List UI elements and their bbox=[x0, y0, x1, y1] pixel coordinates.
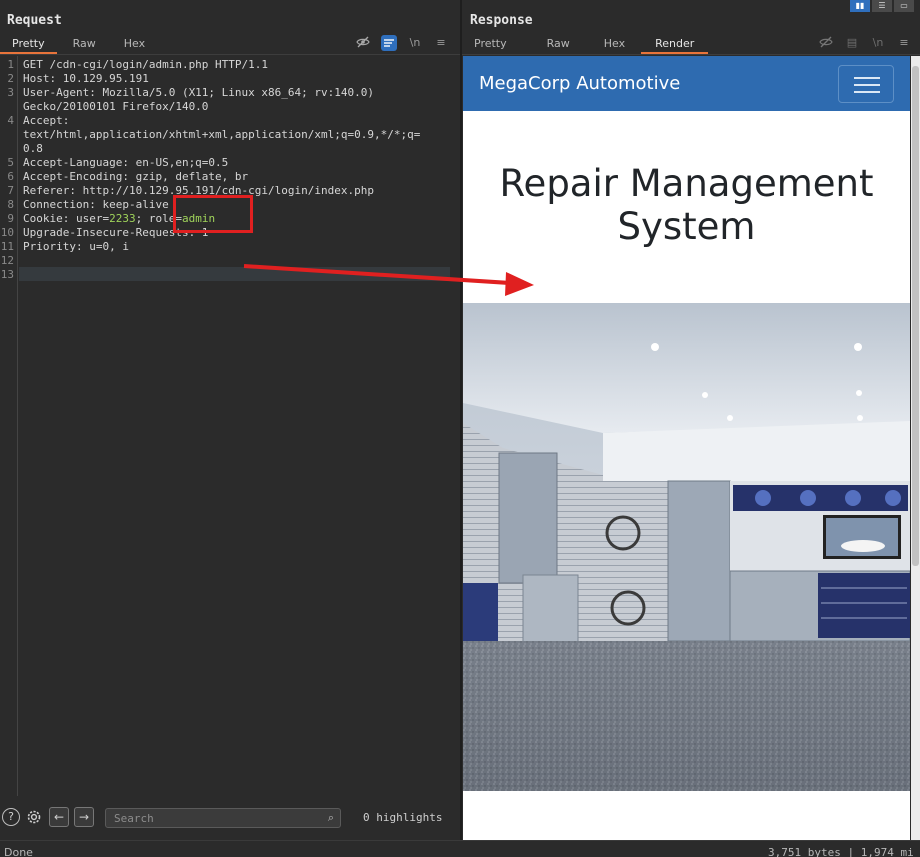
newline-toggle[interactable]: \n bbox=[407, 35, 423, 51]
line-number: 13 bbox=[0, 268, 14, 281]
line-number: 5 bbox=[7, 156, 14, 169]
highlights-count: 0 highlights bbox=[363, 811, 443, 824]
tab-hex[interactable]: Hex bbox=[112, 34, 157, 54]
heading-line-1: Repair Management bbox=[499, 162, 874, 205]
wrap-icon: ▤ bbox=[846, 36, 858, 49]
code-line: User-Agent: Mozilla/5.0 (X11; Linux x86_… bbox=[23, 86, 374, 99]
line-number: 12 bbox=[0, 254, 14, 267]
forward-arrow-icon[interactable]: → bbox=[74, 807, 94, 827]
search-box: ⌕ bbox=[105, 808, 341, 828]
code-line: Accept-Encoding: gzip, deflate, br bbox=[23, 170, 249, 183]
code-line: Priority: u=0, i bbox=[23, 240, 129, 253]
line-number: 10 bbox=[0, 226, 14, 239]
response-title: Response bbox=[470, 13, 533, 28]
tab-pretty[interactable]: Pretty bbox=[462, 34, 519, 54]
request-pane: Request Pretty Raw Hex \n ≡ 1 GET /cdn-cg… bbox=[0, 0, 460, 840]
line-number: 9 bbox=[7, 212, 14, 225]
line-number: 3 bbox=[7, 86, 14, 99]
status-bar: Done 3,751 bytes | 1,974 mi bbox=[0, 840, 920, 857]
code-line: Accept-Language: en-US,en;q=0.5 bbox=[23, 156, 229, 169]
gear-icon[interactable] bbox=[25, 808, 43, 826]
eye-off-icon[interactable] bbox=[355, 35, 371, 51]
render-view: MegaCorp Automotive Repair Management Sy… bbox=[463, 56, 910, 840]
scrollbar-thumb[interactable] bbox=[912, 66, 919, 566]
line-number: 8 bbox=[7, 198, 14, 211]
code-line: Host: 10.129.95.191 bbox=[23, 72, 149, 85]
hamburger-menu-icon[interactable] bbox=[838, 65, 894, 103]
back-arrow-icon[interactable]: ← bbox=[49, 807, 69, 827]
cookie-prefix: Cookie: user= bbox=[23, 212, 110, 225]
code-line: GET /cdn-cgi/login/admin.php HTTP/1.1 bbox=[23, 58, 269, 71]
tab-divider bbox=[462, 54, 920, 55]
newline-toggle: \n bbox=[872, 36, 884, 49]
single-pane-icon[interactable]: ▭ bbox=[894, 0, 914, 12]
request-title: Request bbox=[7, 13, 62, 28]
split-vertical-icon[interactable]: ▮▮ bbox=[850, 0, 870, 12]
layout-toggle: ▮▮ ☰ ▭ bbox=[850, 0, 914, 12]
search-input[interactable] bbox=[114, 810, 314, 826]
garage-photo bbox=[463, 303, 910, 791]
code-line: text/html,application/xhtml+xml,applicat… bbox=[23, 128, 421, 141]
line-number: 11 bbox=[0, 240, 14, 253]
site-brand[interactable]: MegaCorp Automotive bbox=[479, 73, 680, 94]
line-number: 1 bbox=[7, 58, 14, 71]
wrap-icon[interactable] bbox=[381, 35, 397, 51]
tab-hex[interactable]: Hex bbox=[592, 34, 637, 54]
line-number: 6 bbox=[7, 170, 14, 183]
search-icon: ⌕ bbox=[327, 811, 334, 824]
line-number: 7 bbox=[7, 184, 14, 197]
help-icon[interactable]: ? bbox=[2, 808, 20, 826]
line-number: 2 bbox=[7, 72, 14, 85]
code-line: 0.8 bbox=[23, 142, 43, 155]
status-text: Done bbox=[4, 846, 33, 857]
split-horizontal-icon[interactable]: ☰ bbox=[872, 0, 892, 12]
render-scrollbar[interactable] bbox=[911, 56, 920, 840]
tab-render[interactable]: Render bbox=[641, 34, 709, 54]
code-line: Gecko/20100101 Firefox/140.0 bbox=[23, 100, 209, 113]
annotation-box bbox=[173, 195, 253, 233]
heading-line-2: System bbox=[617, 205, 756, 248]
tab-pretty[interactable]: Pretty bbox=[0, 34, 57, 54]
code-line: Connection: keep-alive bbox=[23, 198, 169, 211]
current-line-highlight bbox=[19, 267, 450, 281]
tab-raw[interactable]: Raw bbox=[61, 34, 108, 54]
tab-divider bbox=[0, 54, 460, 55]
response-tabs: Pretty Raw Hex Render bbox=[462, 34, 709, 54]
code-line: Accept: bbox=[23, 114, 70, 127]
response-size: 3,751 bytes | 1,974 mi bbox=[768, 846, 914, 857]
menu-icon[interactable]: ≡ bbox=[896, 35, 912, 51]
page-heading: Repair Management System bbox=[463, 162, 910, 248]
eye-off-icon bbox=[818, 35, 834, 51]
cookie-user-value: 2233 bbox=[109, 212, 136, 225]
site-navbar: MegaCorp Automotive bbox=[463, 56, 910, 111]
request-tabs: Pretty Raw Hex bbox=[0, 34, 157, 54]
line-number: 4 bbox=[7, 114, 14, 127]
menu-icon[interactable]: ≡ bbox=[433, 35, 449, 51]
tab-raw[interactable]: Raw bbox=[535, 34, 582, 54]
